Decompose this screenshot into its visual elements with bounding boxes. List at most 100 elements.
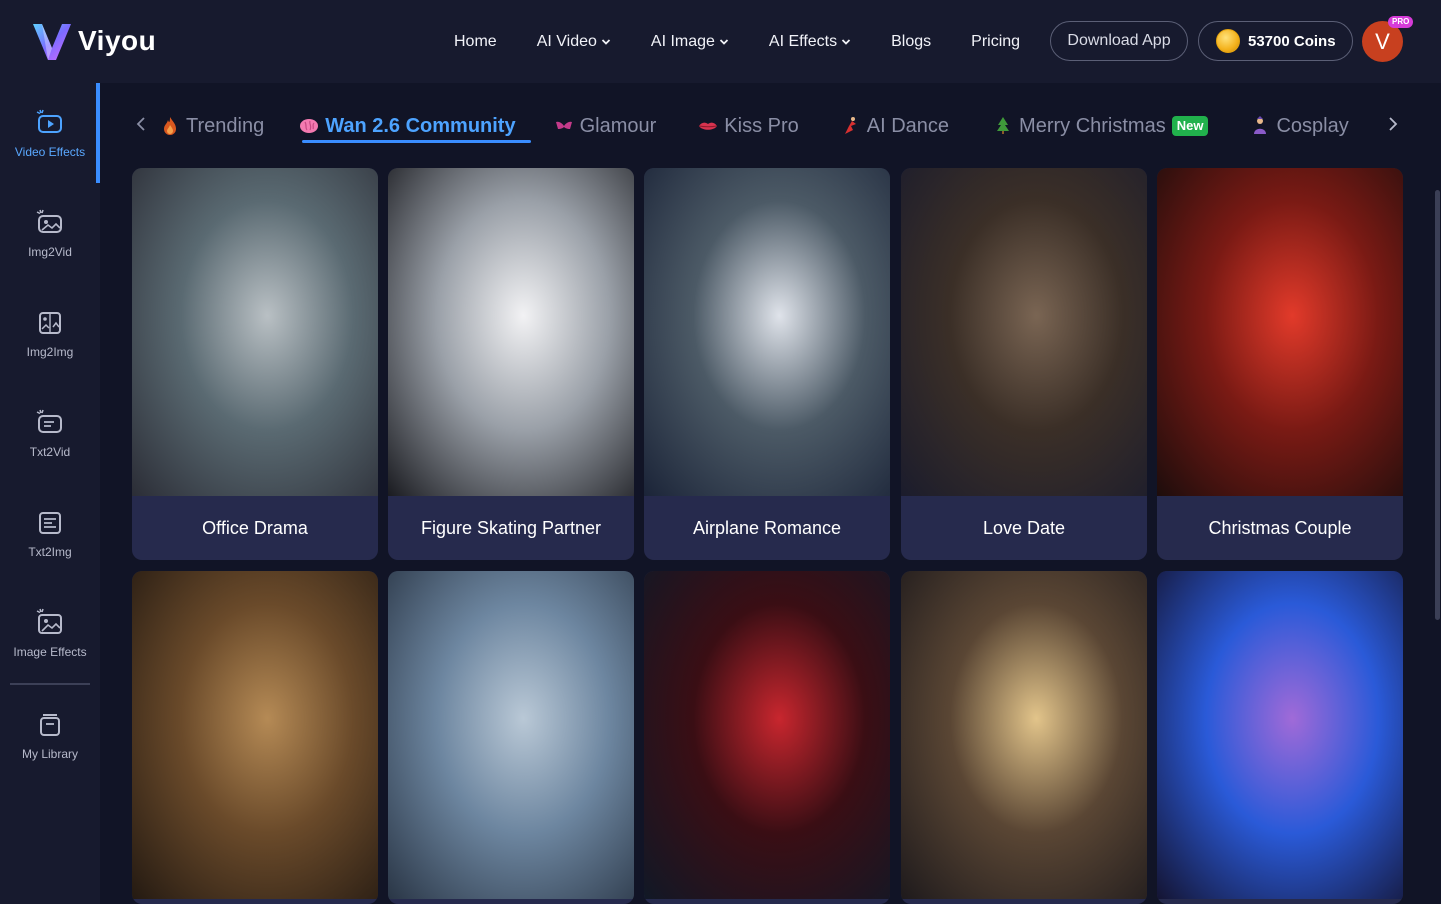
tab-label: AI Dance <box>866 114 950 137</box>
effect-card-office-drama[interactable]: Office Drama <box>132 168 378 560</box>
img2img-icon <box>39 312 61 334</box>
nav-home-label: Home <box>454 32 497 50</box>
tab-kiss-pro[interactable]: Kiss Pro <box>698 107 799 145</box>
sidebar-item-label: Image Effects <box>13 645 87 659</box>
card-title: Office Drama <box>202 517 308 538</box>
card-thumbnail <box>132 571 378 899</box>
lingerie-icon <box>555 121 572 129</box>
sidebar-item-label: Txt2Vid <box>29 445 71 459</box>
sidebar-item-label: Video Effects <box>14 145 86 159</box>
tab-label: Merry Christmas <box>1019 114 1166 137</box>
card-thumbnail <box>132 168 378 496</box>
tab-glamour[interactable]: Glamour <box>554 107 657 145</box>
effect-card-christmas-couple[interactable]: Christmas Couple <box>1157 168 1403 560</box>
lips-icon <box>699 122 718 130</box>
sidebar: Video Effects Img2Vid Img2Img Txt2Vid Tx… <box>0 83 100 904</box>
nav-ai-video[interactable]: AI Video <box>537 33 611 51</box>
video-effects-icon <box>36 109 62 133</box>
sidebar-item-txt2img[interactable]: Txt2Img <box>0 483 100 583</box>
effect-card-love-date[interactable]: Love Date <box>901 168 1147 560</box>
new-badge: New <box>1171 116 1209 136</box>
chevron-down-icon <box>841 38 851 45</box>
coins-label: 53700 Coins <box>1248 32 1336 50</box>
sidebar-item-label: Txt2Img <box>28 545 72 559</box>
top-bar: Viyou Home AI Video AI Image AI Effects … <box>0 0 1441 83</box>
sidebar-item-label: Img2Img <box>26 345 74 359</box>
nav-ai-effects-label: AI Effects <box>768 32 838 50</box>
viyou-logo-icon <box>33 24 71 60</box>
card-thumbnail <box>901 168 1147 496</box>
effect-card-figure-skating-partner[interactable]: Figure Skating Partner <box>388 168 634 560</box>
dancer-icon <box>844 117 856 134</box>
tab-ai-dance[interactable]: AI Dance <box>841 107 949 145</box>
img2vid-icon <box>36 209 62 233</box>
nav-home[interactable]: Home <box>454 33 497 51</box>
sidebar-item-video-effects[interactable]: Video Effects <box>0 83 100 183</box>
library-icon <box>40 714 60 736</box>
tab-merry-christmas[interactable]: Merry Christmas New <box>993 107 1209 145</box>
tab-label: Wan 2.6 Community <box>325 114 516 137</box>
chevron-down-icon <box>719 38 729 45</box>
christmas-tree-icon <box>997 117 1010 134</box>
coins-button[interactable]: 53700 Coins <box>1198 21 1353 61</box>
card-thumbnail <box>644 571 890 899</box>
coin-icon <box>1216 29 1240 53</box>
nav-ai-image-label: AI Image <box>650 32 715 50</box>
tab-label: Trending <box>186 114 265 137</box>
card-title: Figure Skating Partner <box>420 517 602 538</box>
effect-card-airplane-romance[interactable]: Airplane Romance <box>644 168 890 560</box>
sidebar-item-label: My Library <box>21 747 78 761</box>
nav-blogs[interactable]: Blogs <box>891 33 931 51</box>
card-thumbnail <box>388 168 634 496</box>
card-thumbnail <box>388 571 634 899</box>
tab-label: Cosplay <box>1276 114 1349 137</box>
chevron-left-icon <box>136 117 145 131</box>
sidebar-item-img2img[interactable]: Img2Img <box>0 283 100 383</box>
flame-icon <box>164 117 176 135</box>
brain-icon <box>300 119 319 133</box>
sidebar-item-my-library[interactable]: My Library <box>0 685 100 785</box>
sidebar-item-label: Img2Vid <box>28 245 72 259</box>
chevron-right-icon <box>1389 117 1398 131</box>
sidebar-item-txt2vid[interactable]: Txt2Vid <box>0 383 100 483</box>
nav-blogs-label: Blogs <box>891 32 932 50</box>
nav-ai-effects[interactable]: AI Effects <box>769 33 851 51</box>
pro-badge: PRO <box>1388 16 1414 28</box>
effect-card[interactable] <box>132 571 378 904</box>
tab-label: Kiss Pro <box>724 114 799 137</box>
main-nav: Home AI Video AI Image AI Effects Blogs … <box>440 0 1060 83</box>
brand-name: Viyou <box>78 25 157 56</box>
txt2vid-icon <box>36 409 62 433</box>
sidebar-item-image-effects[interactable]: Image Effects <box>0 583 100 683</box>
image-effects-icon <box>36 608 62 634</box>
nav-ai-video-label: AI Video <box>536 32 597 50</box>
card-title: Airplane Romance <box>692 517 842 538</box>
card-thumbnail <box>644 168 890 496</box>
card-title: Love Date <box>982 517 1066 538</box>
tabs-prev-button[interactable] <box>131 110 151 138</box>
tab-label: Glamour <box>579 114 657 137</box>
effect-card[interactable] <box>901 571 1147 904</box>
effect-card[interactable] <box>644 571 890 904</box>
txt2img-icon <box>39 512 61 534</box>
cosplay-icon <box>1254 116 1267 134</box>
sidebar-active-indicator <box>96 83 100 183</box>
card-thumbnail <box>1157 571 1403 899</box>
nav-pricing-label: Pricing <box>971 32 1021 50</box>
active-tab-indicator <box>302 140 531 143</box>
sidebar-item-img2vid[interactable]: Img2Vid <box>0 183 100 283</box>
brand-logo[interactable]: Viyou <box>30 20 156 62</box>
tab-cosplay[interactable]: Cosplay <box>1250 107 1349 145</box>
download-app-button[interactable]: Download App <box>1050 21 1188 61</box>
page-scrollbar[interactable] <box>1435 190 1440 620</box>
effect-card[interactable] <box>1157 571 1403 904</box>
tabs-next-button[interactable] <box>1383 110 1403 138</box>
chevron-down-icon <box>601 38 611 45</box>
card-title: Christmas Couple <box>1208 517 1352 538</box>
card-thumbnail <box>1157 168 1403 496</box>
card-thumbnail <box>901 571 1147 899</box>
nav-ai-image[interactable]: AI Image <box>651 33 729 51</box>
tab-trending[interactable]: Trending <box>160 107 264 145</box>
effect-card[interactable] <box>388 571 634 904</box>
nav-pricing[interactable]: Pricing <box>971 33 1020 51</box>
